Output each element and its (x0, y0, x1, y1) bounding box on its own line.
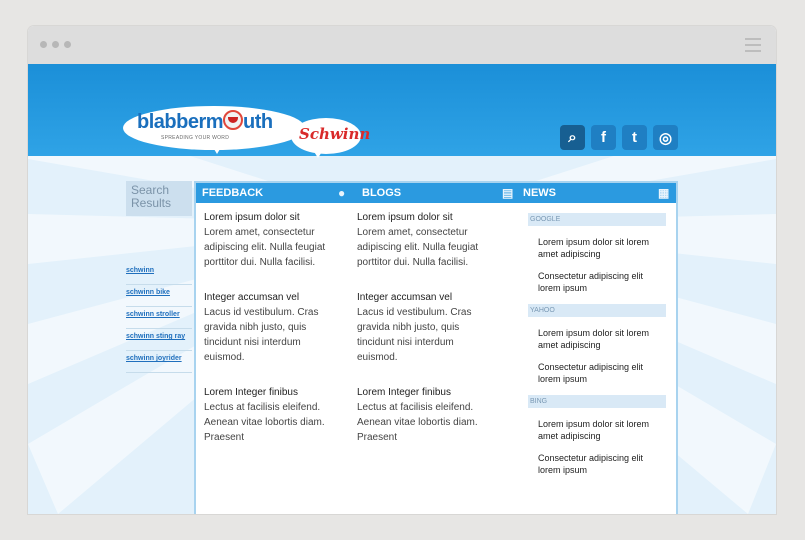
search-results-heading: Search Results (126, 181, 192, 216)
tab-feedback[interactable]: FEEDBACK (202, 187, 263, 199)
search-results-list: schwinn schwinn bike schwinn stroller sc… (126, 264, 192, 374)
logo[interactable]: blabberm uth SPREADING YOUR WORD Schwinn (123, 104, 371, 164)
news-source-label: BING (528, 395, 666, 408)
menu-icon[interactable] (745, 38, 761, 56)
title-bar (28, 26, 776, 64)
blog-item[interactable]: Lorem Integer finibus Lectus at facilisi… (357, 386, 497, 445)
logo-tagline: SPREADING YOUR WORD (161, 135, 230, 141)
browser-window: blabberm uth SPREADING YOUR WORD Schwinn … (28, 26, 776, 514)
window-controls[interactable] (40, 41, 71, 48)
feedback-item[interactable]: Lorem ipsum dolor sit Lorem amet, consec… (204, 211, 344, 270)
search-icon[interactable]: ⌕ (560, 125, 585, 150)
search-result-link[interactable]: schwinn sting ray (126, 330, 192, 351)
news-source-label: GOOGLE (528, 213, 666, 226)
news-column: GOOGLE Lorem ipsum dolor sit lorem amet … (528, 213, 666, 486)
facebook-icon[interactable]: f (591, 125, 616, 150)
panel-header: FEEDBACK ● BLOGS ▤ NEWS ▦ (196, 183, 676, 203)
item-body: Lorem amet, consectetur adipiscing elit.… (204, 227, 326, 268)
item-body: Lacus id vestibulum. Cras gravida nibh j… (204, 307, 319, 363)
news-item[interactable]: Consectetur adipiscing elit lorem ipsum (528, 442, 666, 476)
feedback-item[interactable]: Lorem Integer finibus Lectus at facilisi… (204, 386, 344, 445)
window-dot[interactable] (52, 41, 59, 48)
item-title: Lorem Integer finibus (357, 387, 451, 398)
social-icons: ⌕ f t ◎ (560, 125, 678, 150)
search-result-link[interactable]: schwinn stroller (126, 308, 192, 329)
logo-wordmark: blabberm uth (137, 110, 273, 133)
calendar-icon: ▦ (658, 186, 670, 200)
news-source-label: YAHOO (528, 304, 666, 317)
globe-icon[interactable]: ◎ (653, 125, 678, 150)
feedback-item[interactable]: Integer accumsan vel Lacus id vestibulum… (204, 291, 344, 365)
mouth-icon (223, 110, 244, 130)
item-body: Lorem amet, consectetur adipiscing elit.… (357, 227, 479, 268)
news-group-yahoo: YAHOO Lorem ipsum dolor sit lorem amet a… (528, 304, 666, 385)
blog-item[interactable]: Lorem ipsum dolor sit Lorem amet, consec… (357, 211, 497, 270)
search-result-link[interactable]: schwinn (126, 264, 192, 285)
comment-icon: ● (338, 186, 346, 200)
search-result-link[interactable]: schwinn joyrider (126, 352, 192, 373)
document-icon: ▤ (502, 186, 514, 200)
item-title: Integer accumsan vel (204, 292, 300, 303)
item-title: Integer accumsan vel (357, 292, 453, 303)
window-dot[interactable] (64, 41, 71, 48)
news-item[interactable]: Lorem ipsum dolor sit lorem amet adipisc… (528, 226, 666, 260)
news-item[interactable]: Lorem ipsum dolor sit lorem amet adipisc… (528, 317, 666, 351)
news-group-bing: BING Lorem ipsum dolor sit lorem amet ad… (528, 395, 666, 476)
item-body: Lectus at facilisis eleifend. Aenean vit… (204, 402, 325, 443)
item-body: Lacus id vestibulum. Cras gravida nibh j… (357, 307, 472, 363)
item-title: Lorem Integer finibus (204, 387, 298, 398)
news-item[interactable]: Lorem ipsum dolor sit lorem amet adipisc… (528, 408, 666, 442)
partner-logo: Schwinn (299, 125, 371, 143)
blog-item[interactable]: Integer accumsan vel Lacus id vestibulum… (357, 291, 497, 365)
page-canvas: blabberm uth SPREADING YOUR WORD Schwinn … (28, 64, 776, 514)
tab-blogs[interactable]: BLOGS (362, 187, 401, 199)
item-title: Lorem ipsum dolor sit (204, 212, 300, 223)
search-result-link[interactable]: schwinn bike (126, 286, 192, 307)
feedback-column: Lorem ipsum dolor sit Lorem amet, consec… (204, 211, 344, 466)
news-group-google: GOOGLE Lorem ipsum dolor sit lorem amet … (528, 213, 666, 294)
twitter-icon[interactable]: t (622, 125, 647, 150)
item-title: Lorem ipsum dolor sit (357, 212, 453, 223)
window-dot[interactable] (40, 41, 47, 48)
tab-news[interactable]: NEWS (523, 187, 556, 199)
news-item[interactable]: Consectetur adipiscing elit lorem ipsum (528, 260, 666, 294)
content-panel: FEEDBACK ● BLOGS ▤ NEWS ▦ Lorem ipsum do… (194, 181, 678, 514)
item-body: Lectus at facilisis eleifend. Aenean vit… (357, 402, 478, 443)
news-item[interactable]: Consectetur adipiscing elit lorem ipsum (528, 351, 666, 385)
blogs-column: Lorem ipsum dolor sit Lorem amet, consec… (357, 211, 497, 466)
